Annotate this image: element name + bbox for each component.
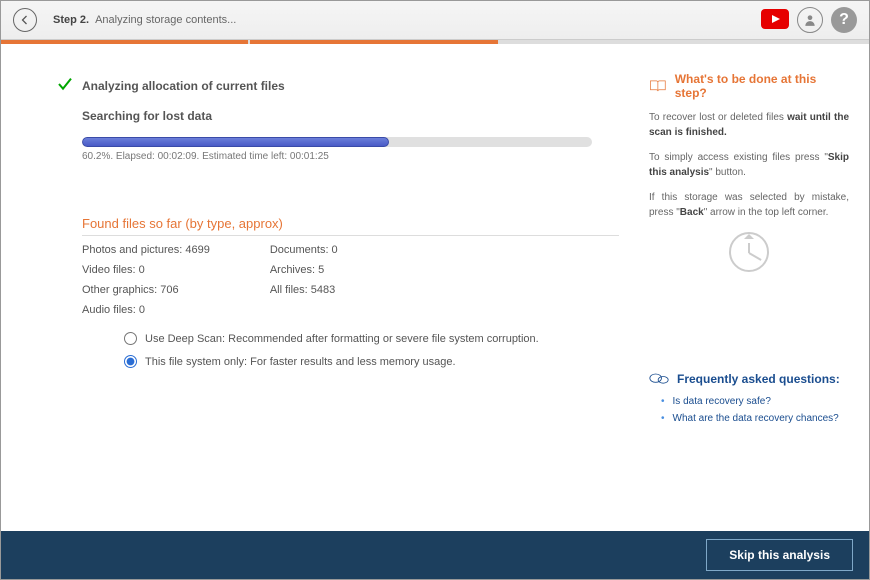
footer: Skip this analysis [1, 531, 869, 579]
found-item: Video files: 0 [82, 264, 210, 276]
bubbles-icon [649, 372, 669, 386]
help-p3: If this storage was selected by mistake,… [649, 190, 849, 220]
help-heading: What's to be done at this step? [649, 72, 849, 100]
skip-analysis-button[interactable]: Skip this analysis [706, 539, 853, 571]
found-item: Documents: 0 [270, 244, 338, 256]
found-title: Found files so far (by type, approx) [82, 216, 619, 236]
faq-link[interactable]: Is data recovery safe? [661, 396, 849, 407]
user-icon[interactable] [797, 7, 823, 33]
found-item: Other graphics: 706 [82, 284, 210, 296]
sidebar: What's to be done at this step? To recov… [639, 44, 869, 531]
main-panel: Analyzing allocation of current files Se… [1, 44, 639, 531]
scan-option-fsonly-label: This file system only: For faster result… [145, 356, 456, 368]
progress-fill [82, 137, 389, 147]
step-number: Step 2. [53, 14, 89, 26]
help-icon[interactable]: ? [831, 7, 857, 33]
found-item: All files: 5483 [270, 284, 338, 296]
radio-fsonly[interactable] [124, 355, 137, 368]
faq-list: Is data recovery safe? What are the data … [649, 396, 849, 424]
book-icon [649, 79, 667, 93]
status-subtitle: Searching for lost data [82, 109, 619, 123]
arrow-left-icon [19, 14, 31, 26]
help-p1: To recover lost or deleted files wait un… [649, 110, 849, 140]
scan-option-fsonly[interactable]: This file system only: For faster result… [124, 355, 619, 368]
radio-deep[interactable] [124, 332, 137, 345]
found-item: Audio files: 0 [82, 304, 210, 316]
help-p2: To simply access existing files press "S… [649, 150, 849, 180]
found-col-2: Documents: 0 Archives: 5 All files: 5483 [270, 244, 338, 316]
back-button[interactable] [13, 8, 37, 32]
header: Step 2. Analyzing storage contents... ? [1, 1, 869, 40]
faq-heading: Frequently asked questions: [649, 372, 849, 386]
found-item: Archives: 5 [270, 264, 338, 276]
progress-text: 60.2%. Elapsed: 00:02:09. Estimated time… [82, 151, 619, 162]
scan-option-deep-label: Use Deep Scan: Recommended after formatt… [145, 333, 539, 345]
status-title: Analyzing allocation of current files [82, 79, 285, 93]
scan-option-deep[interactable]: Use Deep Scan: Recommended after formatt… [124, 332, 619, 345]
progress-bar [82, 137, 592, 147]
found-col-1: Photos and pictures: 4699 Video files: 0 O… [82, 244, 210, 316]
step-title: Analyzing storage contents... [95, 14, 236, 26]
faq-link[interactable]: What are the data recovery chances? [661, 413, 849, 424]
found-item: Photos and pictures: 4699 [82, 244, 210, 256]
check-icon [56, 76, 74, 95]
clock-icon [729, 232, 769, 272]
youtube-icon[interactable] [761, 9, 789, 32]
